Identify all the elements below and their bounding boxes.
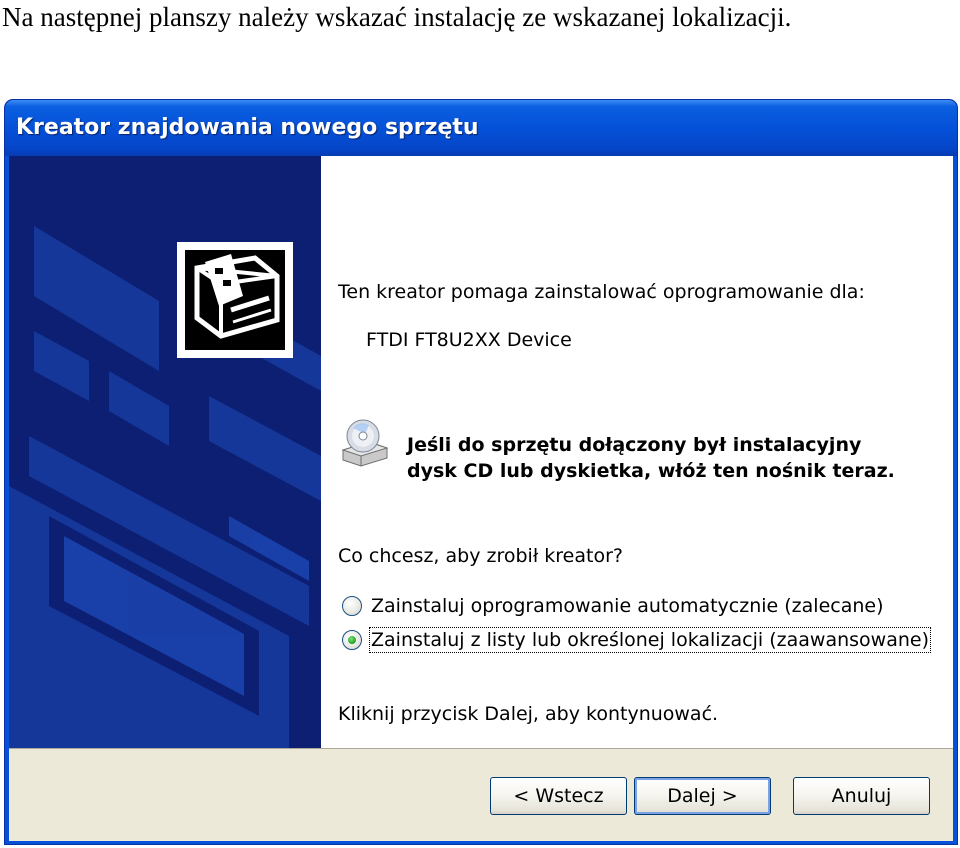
radio-button-automatic[interactable] bbox=[342, 596, 362, 616]
radio-install-automatic[interactable]: Zainstaluj oprogramowanie automatycznie … bbox=[342, 592, 884, 620]
insert-media-notice: Jeśli do sprzętu dołączony był instalacy… bbox=[407, 432, 895, 484]
radio-label-from-list[interactable]: Zainstaluj z listy lub określonej lokali… bbox=[369, 627, 931, 653]
wizard-button-bar: < Wstecz Dalej > Anuluj bbox=[9, 748, 953, 841]
question-text: Co chcesz, aby zrobił kreator? bbox=[338, 545, 623, 567]
notice-line-1: Jeśli do sprzętu dołączony był instalacy… bbox=[407, 434, 862, 456]
next-button[interactable]: Dalej > bbox=[634, 777, 771, 815]
cancel-button[interactable]: Anuluj bbox=[793, 777, 930, 815]
cd-drive-icon bbox=[339, 418, 391, 470]
title-bar[interactable]: Kreator znajdowania nowego sprzętu bbox=[5, 100, 957, 156]
wizard-side-panel bbox=[9, 156, 321, 748]
device-name: FTDI FT8U2XX Device bbox=[366, 329, 572, 351]
notice-line-2: dysk CD lub dyskietka, włóż ten nośnik t… bbox=[407, 460, 895, 482]
wizard-content: Ten kreator pomaga zainstalować oprogram… bbox=[321, 156, 953, 748]
radio-install-from-list[interactable]: Zainstaluj z listy lub określonej lokali… bbox=[342, 626, 931, 654]
hardware-wizard-icon bbox=[177, 242, 293, 358]
radio-label-automatic[interactable]: Zainstaluj oprogramowanie automatycznie … bbox=[371, 595, 884, 617]
back-button[interactable]: < Wstecz bbox=[490, 777, 627, 815]
continue-hint: Kliknij przycisk Dalej, aby kontynuować. bbox=[338, 703, 719, 725]
window-title: Kreator znajdowania nowego sprzętu bbox=[16, 115, 479, 140]
document-caption: Na następnej planszy należy wskazać inst… bbox=[2, 2, 792, 32]
wizard-window: Kreator znajdowania nowego sprzętu Ten k… bbox=[5, 100, 957, 844]
radio-button-from-list[interactable] bbox=[342, 630, 362, 650]
window-frame-right bbox=[953, 156, 957, 844]
intro-text: Ten kreator pomaga zainstalować oprogram… bbox=[338, 281, 865, 303]
